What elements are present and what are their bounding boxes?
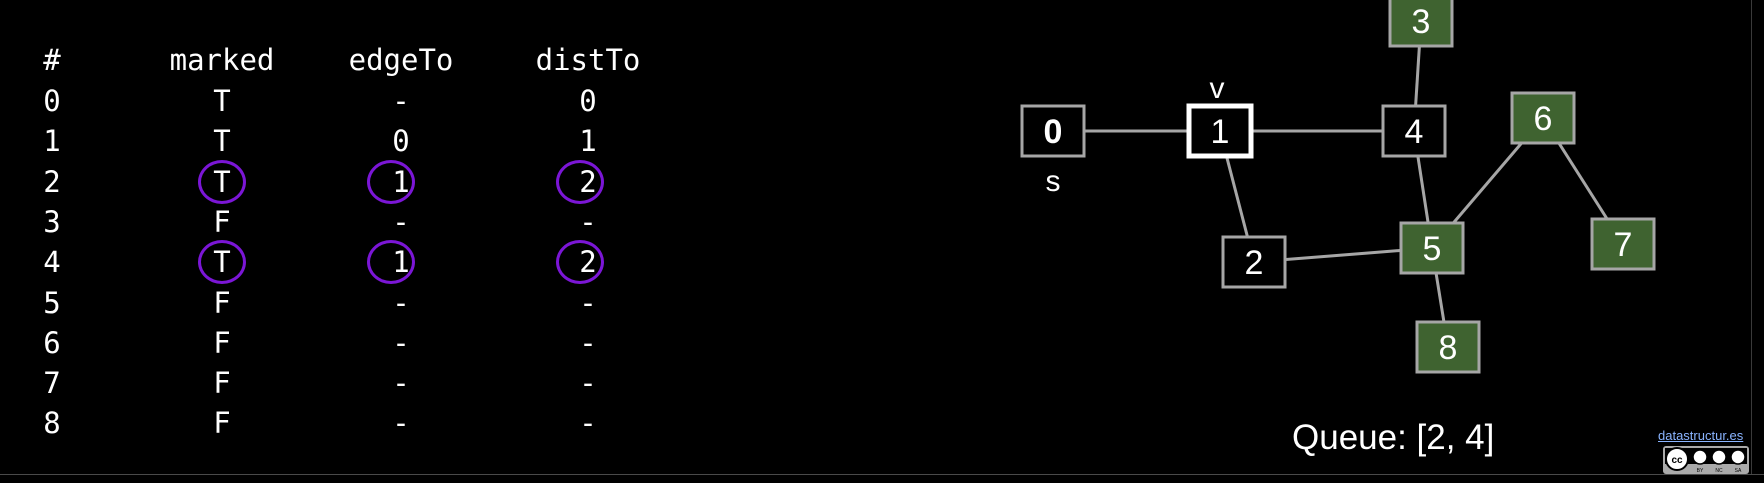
node-0: 0 [1020,104,1086,158]
node-4: 4 [1381,104,1447,158]
node-6: 6 [1510,91,1576,145]
queue-text: Queue: [2, 4] [1292,418,1495,457]
node-2: 2 [1221,235,1287,289]
credit-link[interactable]: datastructur.es [1658,428,1743,443]
node-8: 8 [1415,320,1481,374]
node-label-7: 7 [1614,226,1633,264]
graph-nodes: 0 1 2 3 4 5 6 7 8 [1020,0,1656,374]
cc-by-nc-sa-icon: cc BY NC SA [1663,446,1749,474]
node-5: 5 [1399,221,1465,275]
node-7: 7 [1590,217,1656,271]
node-3: 3 [1388,0,1454,48]
node-label-3: 3 [1412,3,1431,41]
svg-text:cc: cc [1671,455,1683,466]
node-label-8: 8 [1439,329,1458,367]
node-label-5: 5 [1423,230,1442,268]
node-label-1: 1 [1211,113,1230,151]
bottom-divider [0,474,1764,475]
node-1: 1 [1186,103,1254,159]
graph-edges [1053,20,1625,348]
current-vertex-label: v [1210,72,1225,105]
right-divider [1751,0,1752,474]
node-label-4: 4 [1405,113,1424,151]
source-label: s [1046,165,1061,198]
graph-diagram: 0 1 2 3 4 5 6 7 8 s v [1020,0,1656,374]
node-label-2: 2 [1245,244,1264,282]
node-label-0: 0 [1044,113,1063,151]
node-label-6: 6 [1534,100,1553,138]
